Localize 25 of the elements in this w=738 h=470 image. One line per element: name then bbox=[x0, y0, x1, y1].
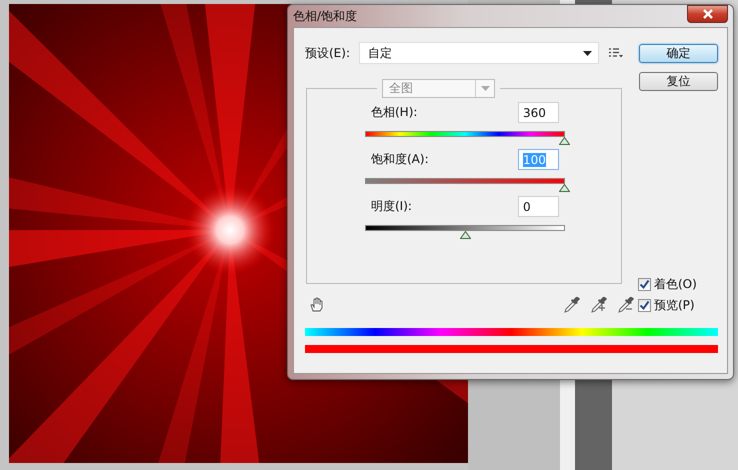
slider-label: 色相(H): bbox=[371, 104, 418, 121]
preset-dropdown[interactable]: 自定 bbox=[359, 42, 599, 64]
menu-icon[interactable] bbox=[609, 48, 623, 58]
close-icon bbox=[702, 9, 714, 19]
slider-label: 饱和度(A): bbox=[371, 151, 429, 168]
eyedropper-icon[interactable] bbox=[563, 296, 581, 314]
dropdown-arrow-icon bbox=[583, 50, 592, 56]
value-field[interactable]: 360 bbox=[518, 102, 559, 123]
preset-label: 预设(E): bbox=[305, 44, 351, 62]
close-button[interactable] bbox=[687, 5, 728, 23]
value-field[interactable]: 0 bbox=[518, 196, 559, 217]
checkbox-label: 预览(P) bbox=[654, 297, 695, 314]
checkbox[interactable] bbox=[638, 299, 651, 312]
checkbox-label: 着色(O) bbox=[654, 276, 697, 293]
slider-thumb[interactable] bbox=[559, 137, 570, 145]
dropdown-arrow-icon bbox=[480, 86, 490, 91]
window-title: 色相/饱和度 bbox=[293, 8, 358, 24]
dialog-button[interactable]: 复位 bbox=[639, 72, 718, 91]
checkbox[interactable] bbox=[638, 278, 651, 291]
eyedropper-icon[interactable] bbox=[617, 296, 635, 314]
hand-icon[interactable] bbox=[309, 297, 325, 313]
slider-thumb[interactable] bbox=[559, 184, 570, 192]
slider-label: 明度(I): bbox=[371, 198, 412, 215]
eyedropper-icon[interactable] bbox=[590, 296, 608, 314]
dialog-button[interactable]: 确定 bbox=[639, 44, 718, 63]
